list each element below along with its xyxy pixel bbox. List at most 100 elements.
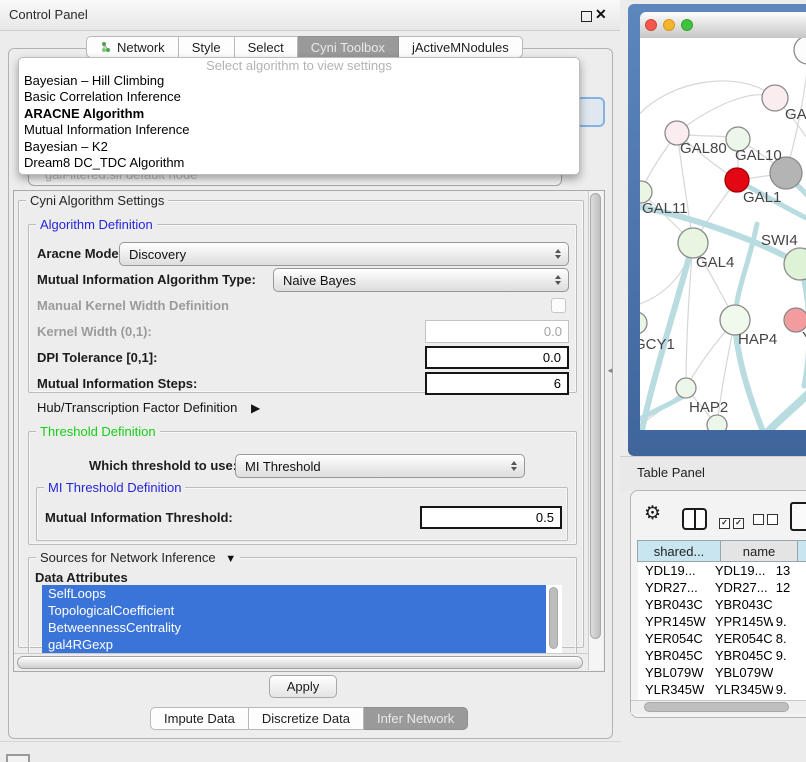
attributes-scrollbar-thumb[interactable] (549, 587, 558, 649)
table-rows: YDL19...YDL19...13YDR27...YDR27...12YBR0… (638, 562, 806, 700)
table-row[interactable]: YBR045CYBR045C9. (638, 647, 806, 664)
table-row[interactable]: YLR345WYLR345W9. (638, 681, 806, 698)
tab-network[interactable]: Network (86, 36, 179, 58)
tab-select[interactable]: Select (235, 36, 298, 58)
attribute-item-selfloops[interactable]: SelfLoops (42, 585, 546, 602)
attribute-item-topologicalcoefficient[interactable]: TopologicalCoefficient (42, 602, 546, 619)
inference-combo-focus-fragment[interactable] (576, 97, 605, 127)
dpi-tolerance-field[interactable]: 0.0 (425, 346, 569, 369)
column-header-2[interactable] (797, 540, 806, 562)
expand-down-icon[interactable]: ▼ (225, 553, 236, 565)
tab-infer-network[interactable]: Infer Network (364, 707, 468, 730)
network-node[interactable] (794, 38, 806, 64)
column-header-shared[interactable]: shared... (637, 540, 721, 562)
settings-vertical-scrollbar-thumb[interactable] (590, 193, 601, 639)
attribute-item-betweennesscentrality[interactable]: BetweennessCentrality (42, 619, 546, 636)
algorithm-option-dream8-dc-tdc-algorithm[interactable]: Dream8 DC_TDC Algorithm (19, 155, 579, 171)
table-row[interactable]: YDL19...YDL19...13 (638, 562, 806, 579)
table-cell: YBR045C (708, 647, 773, 664)
aracne-mode-combo[interactable]: Discovery (119, 242, 569, 266)
algorithm-option-aracne-algorithm[interactable]: ARACNE Algorithm (19, 106, 579, 122)
column-header-name[interactable]: name (720, 540, 798, 562)
table-cell: 13 (773, 562, 806, 579)
checked-box-icon: ✓ (719, 518, 730, 529)
attribute-item-gal4rgexp[interactable]: gal4RGexp (42, 636, 546, 653)
expand-right-icon: ▶ (251, 401, 260, 415)
tab-jactivemnodules[interactable]: jActiveMNodules (399, 36, 523, 58)
close-panel-icon[interactable]: ✕ (595, 6, 607, 23)
data-attributes-list[interactable]: SelfLoopsTopologicalCoefficientBetweenne… (42, 585, 562, 653)
bottom-tab-bar: Impute DataDiscretize DataInfer Network (150, 707, 468, 730)
kernel-width-field[interactable]: 0.0 (425, 320, 569, 343)
tab-label: Network (117, 40, 165, 55)
table-panel-title: Table Panel (637, 465, 705, 480)
gear-icon[interactable]: ⚙ (644, 503, 661, 525)
select-all-checkboxes-icon[interactable]: ✓✓ (719, 512, 747, 530)
control-panel-titlebar (0, 0, 620, 31)
table-row[interactable]: YPR145WYPR145W9. (638, 613, 806, 630)
columns-icon[interactable] (682, 508, 707, 530)
algorithm-dropdown-prompt: Select algorithm to view settings (19, 58, 579, 73)
algorithm-option-basic-correlation-inference[interactable]: Basic Correlation Inference (19, 89, 579, 105)
table-row[interactable]: YBR043CYBR043C (638, 596, 806, 613)
network-node-label: GAL10 (735, 147, 782, 164)
algorithm-option-mutual-information-inference[interactable]: Mutual Information Inference (19, 122, 579, 138)
split-pane-handle-icon[interactable]: ◄ (606, 366, 614, 375)
table-cell: 12 (773, 579, 806, 596)
document-icon[interactable] (790, 502, 806, 531)
algorithm-dropdown-items: Bayesian – Hill ClimbingBasic Correlatio… (19, 73, 579, 171)
table-row[interactable]: YBL079WYBL079W (638, 664, 806, 681)
mi-steps-label: Mutual Information Steps: (37, 375, 197, 393)
deselect-all-checkboxes-icon[interactable] (753, 512, 781, 530)
settings-horizontal-scrollbar[interactable] (14, 653, 588, 672)
table-horizontal-scrollbar-thumb[interactable] (644, 702, 789, 712)
which-threshold-combo[interactable]: MI Threshold (235, 454, 525, 478)
group-title-algorithm-definition: Algorithm Definition (36, 217, 157, 232)
network-node-swi4[interactable] (784, 248, 806, 280)
hub-definition-toggle[interactable]: Hub/Transcription Factor Definition ▶ (37, 399, 260, 417)
sources-title: Sources for Network Inference (40, 550, 216, 565)
settings-vertical-scrollbar[interactable] (588, 191, 603, 670)
dpi-tolerance-value: 0.0 (543, 350, 561, 365)
mi-algorithm-type-combo[interactable]: Naive Bayes (273, 268, 569, 292)
table-horizontal-scrollbar[interactable] (631, 700, 806, 714)
network-node-hap2[interactable] (676, 378, 696, 398)
group-title-sources: Sources for Network Inference ▼ (36, 550, 240, 565)
network-node-label: Y (802, 329, 806, 346)
float-window-icon[interactable] (581, 11, 592, 22)
mi-threshold-field[interactable]: 0.5 (420, 506, 562, 529)
algorithm-option-bayesian-hill-climbing[interactable]: Bayesian – Hill Climbing (19, 73, 579, 89)
network-node-gcy1[interactable] (640, 312, 647, 334)
minimize-window-icon[interactable] (663, 19, 675, 31)
dpi-tolerance-label: DPI Tolerance [0,1]: (37, 349, 157, 367)
dock-panel-icon[interactable] (6, 754, 30, 762)
zoom-window-icon[interactable] (681, 19, 693, 31)
table-cell: YDR27... (708, 579, 773, 596)
tab-impute-data[interactable]: Impute Data (150, 707, 249, 730)
tab-discretize-data[interactable]: Discretize Data (249, 707, 364, 730)
aracne-mode-label: Aracne Mode: (37, 245, 123, 263)
table-cell: 9. (773, 613, 806, 630)
network-node[interactable] (707, 415, 727, 430)
tab-cyni-toolbox[interactable]: Cyni Toolbox (298, 36, 399, 58)
network-canvas[interactable]: GALGAL80GAL10GAL1GAL11GAL4SWI4HAP4YGCY1H… (640, 38, 806, 430)
close-window-icon[interactable] (645, 19, 657, 31)
table-cell: YDL19... (708, 562, 773, 579)
table-row[interactable]: YER054CYER054C8. (638, 630, 806, 647)
manual-kernel-checkbox[interactable] (551, 298, 566, 313)
network-node-label: GAL4 (696, 254, 734, 271)
table-cell: YBL079W (638, 664, 708, 681)
tab-style[interactable]: Style (179, 36, 235, 58)
panel-divider (0, 741, 621, 742)
control-panel-title: Control Panel (9, 7, 88, 22)
group-title-cyni-algorithm-settings: Cyni Algorithm Settings (26, 193, 168, 208)
apply-button[interactable]: Apply (269, 675, 337, 698)
group-title-threshold-definition: Threshold Definition (36, 424, 160, 439)
algorithm-option-bayesian-k2[interactable]: Bayesian – K2 (19, 139, 579, 155)
network-glyph-icon (100, 41, 112, 53)
table-row[interactable]: YDR27...YDR27...12 (638, 579, 806, 596)
table-cell: 9. (773, 681, 806, 698)
network-node-label: GAL1 (743, 189, 781, 206)
mi-steps-field[interactable]: 6 (425, 372, 569, 395)
settings-horizontal-scrollbar-thumb[interactable] (17, 656, 583, 669)
